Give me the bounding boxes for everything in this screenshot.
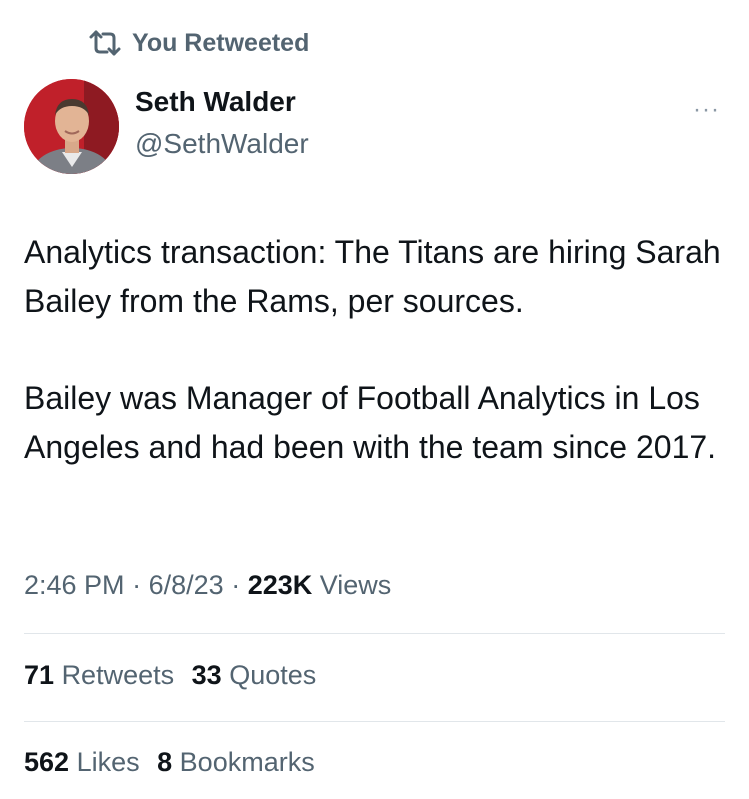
retweets-label: Retweets [61,660,175,690]
views-count: 223K [247,570,313,600]
quotes-stat[interactable]: 33 Quotes [192,660,317,690]
tweet-meta: 2:46 PM · 6/8/23 · 223K Views [24,570,391,601]
retweet-icon [88,28,122,58]
likes-label: Likes [76,747,140,777]
engagement-row-likes: 562 Likes 8 Bookmarks [24,747,325,778]
author-handle[interactable]: @SethWalder [135,128,309,160]
author-name[interactable]: Seth Walder [135,86,296,118]
tweet-time[interactable]: 2:46 PM [24,570,125,600]
retweets-stat[interactable]: 71 Retweets [24,660,182,690]
views-label: Views [319,570,392,600]
divider [24,633,725,634]
avatar[interactable] [24,79,119,174]
bookmarks-stat[interactable]: 8 Bookmarks [157,747,315,777]
bookmarks-count: 8 [157,747,173,777]
tweet-paragraph: Bailey was Manager of Football Analytics… [24,380,717,465]
retweets-count: 71 [24,660,55,690]
meta-separator: · [132,570,142,600]
divider [24,721,725,722]
likes-stat[interactable]: 562 Likes [24,747,147,777]
quotes-label: Quotes [229,660,317,690]
quotes-count: 33 [191,660,222,690]
likes-count: 562 [24,747,70,777]
bookmarks-label: Bookmarks [179,747,315,777]
retweet-label: You Retweeted [132,28,310,57]
retweet-context: You Retweeted [88,28,309,58]
meta-separator: · [231,570,241,600]
engagement-row-shares: 71 Retweets 33 Quotes [24,660,326,691]
tweet-paragraph: Analytics transaction: The Titans are hi… [24,234,721,319]
more-dots-icon[interactable]: ··· [693,96,720,124]
tweet-text: Analytics transaction: The Titans are hi… [24,228,734,472]
tweet-date[interactable]: 6/8/23 [149,570,224,600]
